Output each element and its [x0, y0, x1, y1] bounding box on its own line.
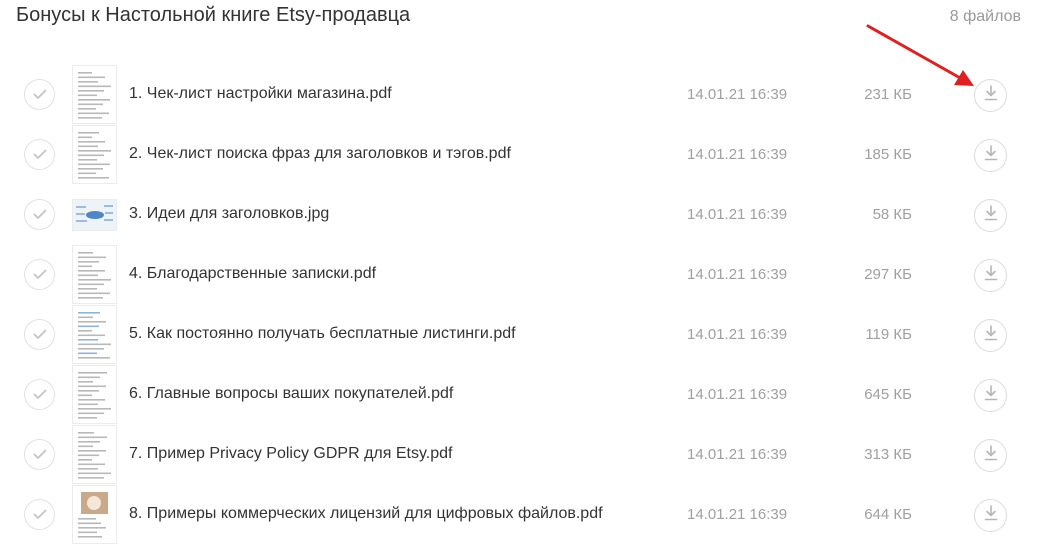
file-date: 14.01.21 16:39 [687, 206, 788, 223]
file-thumbnail[interactable] [73, 126, 116, 183]
file-name-link[interactable]: 3. Идеи для заголовков.jpg [129, 205, 329, 223]
file-thumbnail[interactable] [73, 200, 116, 230]
download-button[interactable] [974, 319, 1007, 352]
select-checkbox[interactable] [24, 499, 55, 530]
file-list-page: Бонусы к Настольной книге Etsy-продавца … [0, 0, 1041, 555]
select-checkbox[interactable] [24, 139, 55, 170]
check-icon [33, 509, 47, 520]
file-date: 14.01.21 16:39 [687, 86, 788, 103]
download-icon [984, 85, 998, 106]
file-size: 119 КБ [865, 326, 912, 343]
red-arrow-icon [866, 24, 974, 86]
download-button[interactable] [974, 379, 1007, 412]
file-list: 1. Чек-лист настройки магазина.pdf 14.01.… [0, 65, 1041, 545]
file-date: 14.01.21 16:39 [687, 446, 788, 463]
file-thumbnail[interactable] [73, 66, 116, 123]
file-date: 14.01.21 16:39 [687, 326, 788, 343]
file-row[interactable]: 2. Чек-лист поиска фраз для заголовков и… [0, 125, 1041, 185]
file-name-link[interactable]: 2. Чек-лист поиска фраз для заголовков и… [129, 145, 511, 163]
download-icon [984, 205, 998, 226]
file-row[interactable]: 5. Как постоянно получать бесплатные лис… [0, 305, 1041, 365]
file-thumbnail[interactable] [73, 486, 116, 543]
check-icon [33, 329, 47, 340]
download-button[interactable] [974, 259, 1007, 292]
download-icon [984, 385, 998, 406]
file-name-link[interactable]: 4. Благодарственные записки.pdf [129, 265, 376, 283]
download-button[interactable] [974, 199, 1007, 232]
file-date: 14.01.21 16:39 [687, 506, 788, 523]
file-thumbnail[interactable] [73, 306, 116, 363]
select-checkbox[interactable] [24, 439, 55, 470]
file-size: 645 КБ [864, 386, 912, 403]
select-checkbox[interactable] [24, 379, 55, 410]
file-thumbnail[interactable] [73, 426, 116, 483]
download-icon [984, 505, 998, 526]
file-row[interactable]: 7. Пример Privacy Policy GDPR для Etsy.p… [0, 425, 1041, 485]
check-icon [33, 149, 47, 160]
file-row[interactable]: 6. Главные вопросы ваших покупателей.pdf… [0, 365, 1041, 425]
file-date: 14.01.21 16:39 [687, 266, 788, 283]
check-icon [33, 209, 47, 220]
file-date: 14.01.21 16:39 [687, 386, 788, 403]
check-icon [33, 269, 47, 280]
download-icon [984, 445, 998, 466]
page-title: Бонусы к Настольной книге Etsy-продавца [16, 4, 411, 26]
download-icon [984, 325, 998, 346]
file-size: 313 КБ [864, 446, 912, 463]
download-button[interactable] [974, 439, 1007, 472]
check-icon [33, 449, 47, 460]
file-name-link[interactable]: 8. Примеры коммерческих лицензий для циф… [129, 505, 603, 523]
file-row[interactable]: 3. Идеи для заголовков.jpg 14.01.21 16:39… [0, 185, 1041, 245]
file-size: 185 КБ [864, 146, 912, 163]
check-icon [33, 89, 47, 100]
download-button[interactable] [974, 139, 1007, 172]
select-checkbox[interactable] [24, 199, 55, 230]
file-size: 297 КБ [864, 266, 912, 283]
download-icon [984, 145, 998, 166]
select-checkbox[interactable] [24, 259, 55, 290]
select-checkbox[interactable] [24, 319, 55, 350]
file-name-link[interactable]: 6. Главные вопросы ваших покупателей.pdf [129, 385, 453, 403]
select-checkbox[interactable] [24, 79, 55, 110]
file-thumbnail[interactable] [73, 246, 116, 303]
download-button[interactable] [974, 499, 1007, 532]
download-icon [984, 265, 998, 286]
file-size: 644 КБ [864, 506, 912, 523]
file-size: 58 КБ [872, 206, 912, 223]
file-date: 14.01.21 16:39 [687, 146, 788, 163]
file-thumbnail[interactable] [73, 366, 116, 423]
file-row[interactable]: 8. Примеры коммерческих лицензий для циф… [0, 485, 1041, 545]
check-icon [33, 389, 47, 400]
file-name-link[interactable]: 7. Пример Privacy Policy GDPR для Etsy.p… [129, 445, 452, 463]
file-name-link[interactable]: 5. Как постоянно получать бесплатные лис… [129, 325, 516, 343]
file-name-link[interactable]: 1. Чек-лист настройки магазина.pdf [129, 85, 392, 103]
file-row[interactable]: 4. Благодарственные записки.pdf 14.01.21 … [0, 245, 1041, 305]
